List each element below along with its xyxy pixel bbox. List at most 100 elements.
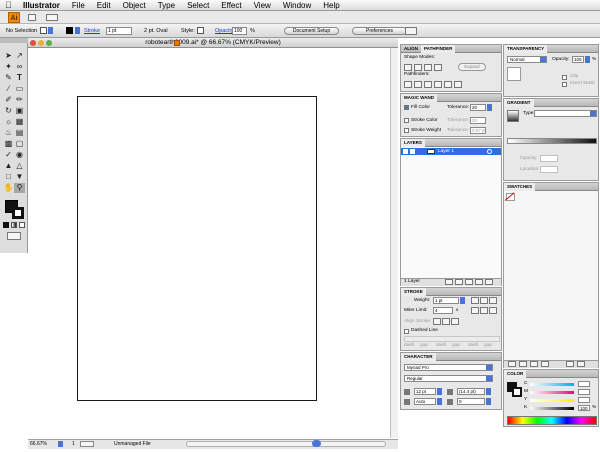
selection-options-button[interactable] — [405, 27, 417, 35]
menu-select[interactable]: Select — [187, 0, 209, 11]
opacity-field[interactable]: 100 — [572, 56, 584, 63]
minus-front-button[interactable] — [414, 64, 422, 71]
leading-dropdown[interactable] — [486, 388, 491, 395]
weight-field[interactable]: 1 pt — [433, 297, 459, 304]
clip-checkbox[interactable] — [562, 75, 567, 80]
gradient-preview[interactable] — [507, 110, 519, 122]
tab-magic-wand[interactable]: MAGIC WAND — [401, 94, 437, 102]
visibility-eye-icon[interactable] — [403, 149, 408, 154]
tracking-field[interactable]: 0 — [457, 398, 485, 405]
channel-m-slider[interactable] — [530, 391, 574, 394]
exclude-button[interactable] — [434, 64, 442, 71]
screen-mode-button[interactable] — [7, 232, 21, 240]
kerning-dropdown[interactable] — [437, 398, 442, 405]
lock-toggle-icon[interactable] — [410, 149, 415, 154]
gradient-mode-button[interactable] — [11, 222, 17, 228]
rectangle-tool-icon[interactable]: ▭ — [14, 84, 25, 94]
stroke-link[interactable]: Stroke — [84, 27, 100, 35]
color-stroke-box[interactable] — [512, 387, 522, 397]
fill-tolerance-stepper[interactable] — [487, 104, 492, 111]
font-family-select[interactable]: Myriad Pro — [404, 364, 493, 371]
none-mode-button[interactable] — [19, 222, 25, 228]
menu-window[interactable]: Window — [283, 0, 311, 11]
delete-layer-button[interactable] — [485, 279, 493, 285]
gradient-type-select[interactable] — [534, 110, 597, 117]
mesh-tool-icon[interactable]: ▩ — [3, 139, 14, 149]
new-layer-button[interactable] — [475, 279, 483, 285]
toolbox-grip[interactable] — [0, 38, 28, 43]
menu-app[interactable]: Illustrator — [23, 0, 60, 11]
menu-file[interactable]: File — [72, 0, 85, 11]
graph-tool-icon[interactable]: ▤ — [14, 128, 25, 138]
live-paint-selection-tool-icon[interactable]: △ — [14, 161, 25, 171]
rotate-tool-icon[interactable]: ↻ — [3, 106, 14, 116]
zoom-level[interactable]: 66.67% — [30, 440, 47, 448]
miter-limit-field[interactable]: 4 — [433, 307, 453, 314]
projecting-cap-button[interactable] — [489, 297, 497, 304]
lasso-tool-icon[interactable]: ∞ — [14, 62, 25, 72]
show-swatch-kinds-button[interactable] — [519, 361, 527, 367]
miter-join-button[interactable] — [471, 307, 479, 314]
gradient-opacity-field[interactable] — [540, 155, 558, 162]
menu-view[interactable]: View — [254, 0, 271, 11]
channel-c-slider[interactable] — [530, 383, 574, 386]
crop-button[interactable] — [434, 81, 442, 88]
fill-dropdown[interactable] — [48, 27, 53, 34]
intersect-button[interactable] — [424, 64, 432, 71]
close-window-icon[interactable] — [30, 40, 36, 46]
target-icon[interactable] — [487, 149, 492, 154]
align-center-button[interactable] — [433, 318, 441, 325]
round-join-button[interactable] — [480, 307, 488, 314]
gradient-tool-icon[interactable]: ▢ — [14, 139, 25, 149]
stroke-tolerance-field[interactable]: 20 — [470, 117, 486, 124]
make-clipping-mask-button[interactable] — [455, 279, 463, 285]
horizontal-scrollbar[interactable] — [186, 441, 386, 447]
line-tool-icon[interactable]: ∕ — [3, 84, 14, 94]
stroke-dropdown[interactable] — [75, 27, 80, 34]
slice-tool-icon[interactable]: ▼ — [14, 172, 25, 182]
stroke-color-box[interactable] — [12, 207, 24, 219]
menu-help[interactable]: Help — [323, 0, 339, 11]
swatch-options-button[interactable] — [530, 361, 538, 367]
crop-area-tool-icon[interactable]: □ — [3, 172, 14, 182]
preferences-button[interactable]: Preferences — [352, 27, 407, 35]
align-outside-button[interactable] — [451, 318, 459, 325]
brush-definition[interactable]: 2 pt. Oval — [144, 27, 168, 35]
eyedropper-tool-icon[interactable]: ✓ — [3, 150, 14, 160]
weight-tolerance-field[interactable]: 0.07 pt — [470, 127, 486, 134]
tab-character[interactable]: CHARACTER — [401, 353, 436, 361]
tracking-dropdown[interactable] — [486, 398, 491, 405]
tab-pathfinder[interactable]: PATHFINDER — [421, 45, 456, 53]
stroke-weight-field[interactable]: 1 pt — [106, 27, 132, 35]
channel-m-field[interactable] — [578, 389, 590, 395]
vertical-scrollbar[interactable] — [390, 48, 398, 438]
selection-tool-icon[interactable]: ➤ — [3, 51, 14, 61]
tab-transparency[interactable]: TRANSPARENCY — [504, 45, 548, 53]
scale-tool-icon[interactable]: ▣ — [14, 106, 25, 116]
zoom-window-icon[interactable] — [46, 40, 52, 46]
font-size-field[interactable]: 12 pt — [414, 388, 436, 395]
page-navigation[interactable] — [80, 441, 94, 447]
document-setup-button[interactable]: Document Setup — [284, 27, 339, 35]
dashed-line-checkbox[interactable] — [404, 329, 409, 334]
merge-button[interactable] — [424, 81, 432, 88]
kerning-field[interactable]: Auto — [414, 398, 436, 405]
color-spectrum[interactable] — [507, 416, 597, 425]
arrange-documents-button[interactable] — [46, 14, 58, 21]
trim-button[interactable] — [414, 81, 422, 88]
channel-k-field[interactable]: 100 — [578, 405, 590, 411]
invert-mask-checkbox[interactable] — [562, 82, 567, 87]
dash-gap-fields[interactable] — [404, 336, 500, 342]
fill-color-checkbox[interactable] — [404, 105, 409, 110]
font-style-select[interactable]: Regular — [404, 375, 493, 382]
artboard[interactable] — [77, 96, 317, 401]
tab-align[interactable]: ALIGN — [401, 45, 421, 53]
layer-name[interactable]: Layer 1 — [438, 148, 454, 155]
gradient-location-field[interactable] — [540, 166, 558, 173]
hand-tool-icon[interactable]: ✋ — [3, 183, 14, 193]
menu-edit[interactable]: Edit — [97, 0, 111, 11]
graphic-style-swatch[interactable] — [197, 27, 204, 34]
channel-y-field[interactable] — [578, 397, 590, 403]
new-swatch-button[interactable] — [566, 361, 574, 367]
type-tool-icon[interactable]: T — [14, 73, 25, 83]
